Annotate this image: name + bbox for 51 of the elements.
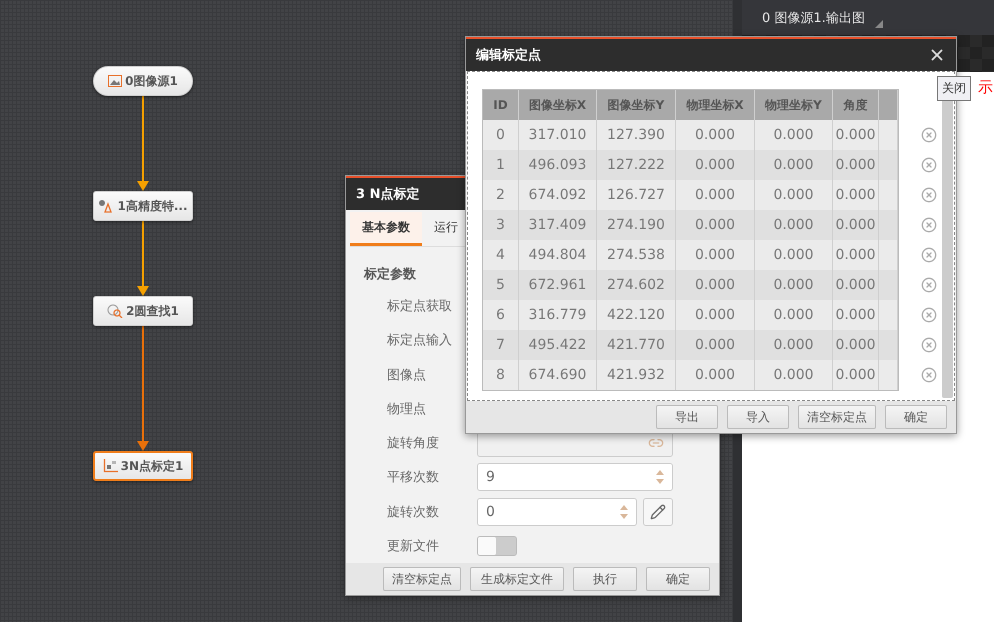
footer-button[interactable]: 导入 bbox=[727, 405, 789, 429]
node-label: 2圆查找1 bbox=[126, 302, 179, 320]
footer-button[interactable]: 清空标定点 bbox=[798, 405, 876, 429]
flow-node[interactable]: 1高精度特... bbox=[93, 191, 193, 221]
tab[interactable]: 基本参数 bbox=[350, 212, 422, 246]
field-value: 0 bbox=[486, 504, 495, 520]
field-label: 标定点输入 bbox=[387, 332, 453, 350]
tooltip: 关闭 bbox=[937, 76, 971, 101]
image-icon bbox=[108, 75, 122, 87]
output-title: 0 图像源1.输出图 bbox=[762, 10, 865, 26]
footer-button[interactable]: 确定 bbox=[885, 405, 947, 429]
field-label: 标定点获取 bbox=[387, 298, 453, 316]
spinner-arrows-icon[interactable] bbox=[620, 504, 628, 520]
table-cell: 0.000 bbox=[833, 360, 879, 390]
axes-icon bbox=[102, 459, 118, 473]
edit-button[interactable] bbox=[643, 498, 673, 526]
shapes-icon bbox=[98, 199, 114, 213]
node-label: 3N点标定1 bbox=[120, 458, 184, 474]
window-title: 3 N点标定 bbox=[356, 186, 420, 203]
field-value: 9 bbox=[486, 469, 495, 486]
flow-node[interactable]: 2圆查找1 bbox=[93, 296, 193, 326]
circle-search-icon bbox=[107, 304, 124, 318]
table-cell: 8 bbox=[483, 360, 519, 390]
field-label: 旋转角度 bbox=[387, 435, 440, 452]
field-label: 物理点 bbox=[387, 400, 427, 418]
pencil-icon bbox=[650, 504, 666, 520]
node-label: 1高精度特... bbox=[117, 198, 188, 214]
node-label: 0图像源1 bbox=[125, 72, 178, 90]
number-field[interactable]: 9 bbox=[477, 463, 673, 492]
table-cell: 674.690 bbox=[519, 360, 597, 390]
footer-button[interactable]: 确定 bbox=[646, 567, 710, 591]
table-cell: 421.932 bbox=[597, 360, 676, 390]
corner-icon bbox=[874, 20, 883, 28]
flow-node[interactable]: 0图像源1 bbox=[93, 66, 193, 96]
flow-node[interactable]: 3N点标定1 bbox=[93, 451, 193, 481]
section-heading: 标定参数 bbox=[364, 266, 416, 284]
spinner-arrows-icon[interactable] bbox=[656, 469, 664, 486]
footer-button[interactable]: 执行 bbox=[573, 567, 637, 591]
field-label: 旋转次数 bbox=[387, 504, 440, 521]
output-text: 示 bbox=[978, 78, 993, 97]
number-field[interactable]: 0 bbox=[477, 498, 637, 526]
table-cell: 0.000 bbox=[755, 360, 833, 390]
footer-button[interactable]: 生成标定文件 bbox=[470, 567, 564, 591]
field-label: 更新文件 bbox=[387, 538, 440, 555]
window-title: 编辑标定点 bbox=[476, 46, 541, 64]
footer-button[interactable]: 清空标定点 bbox=[383, 567, 461, 591]
field-label: 平移次数 bbox=[387, 469, 440, 486]
table-cell: 0.000 bbox=[676, 360, 755, 390]
toggle-switch[interactable] bbox=[477, 536, 517, 556]
field-label: 图像点 bbox=[387, 366, 427, 384]
footer-button[interactable]: 导出 bbox=[656, 405, 718, 429]
